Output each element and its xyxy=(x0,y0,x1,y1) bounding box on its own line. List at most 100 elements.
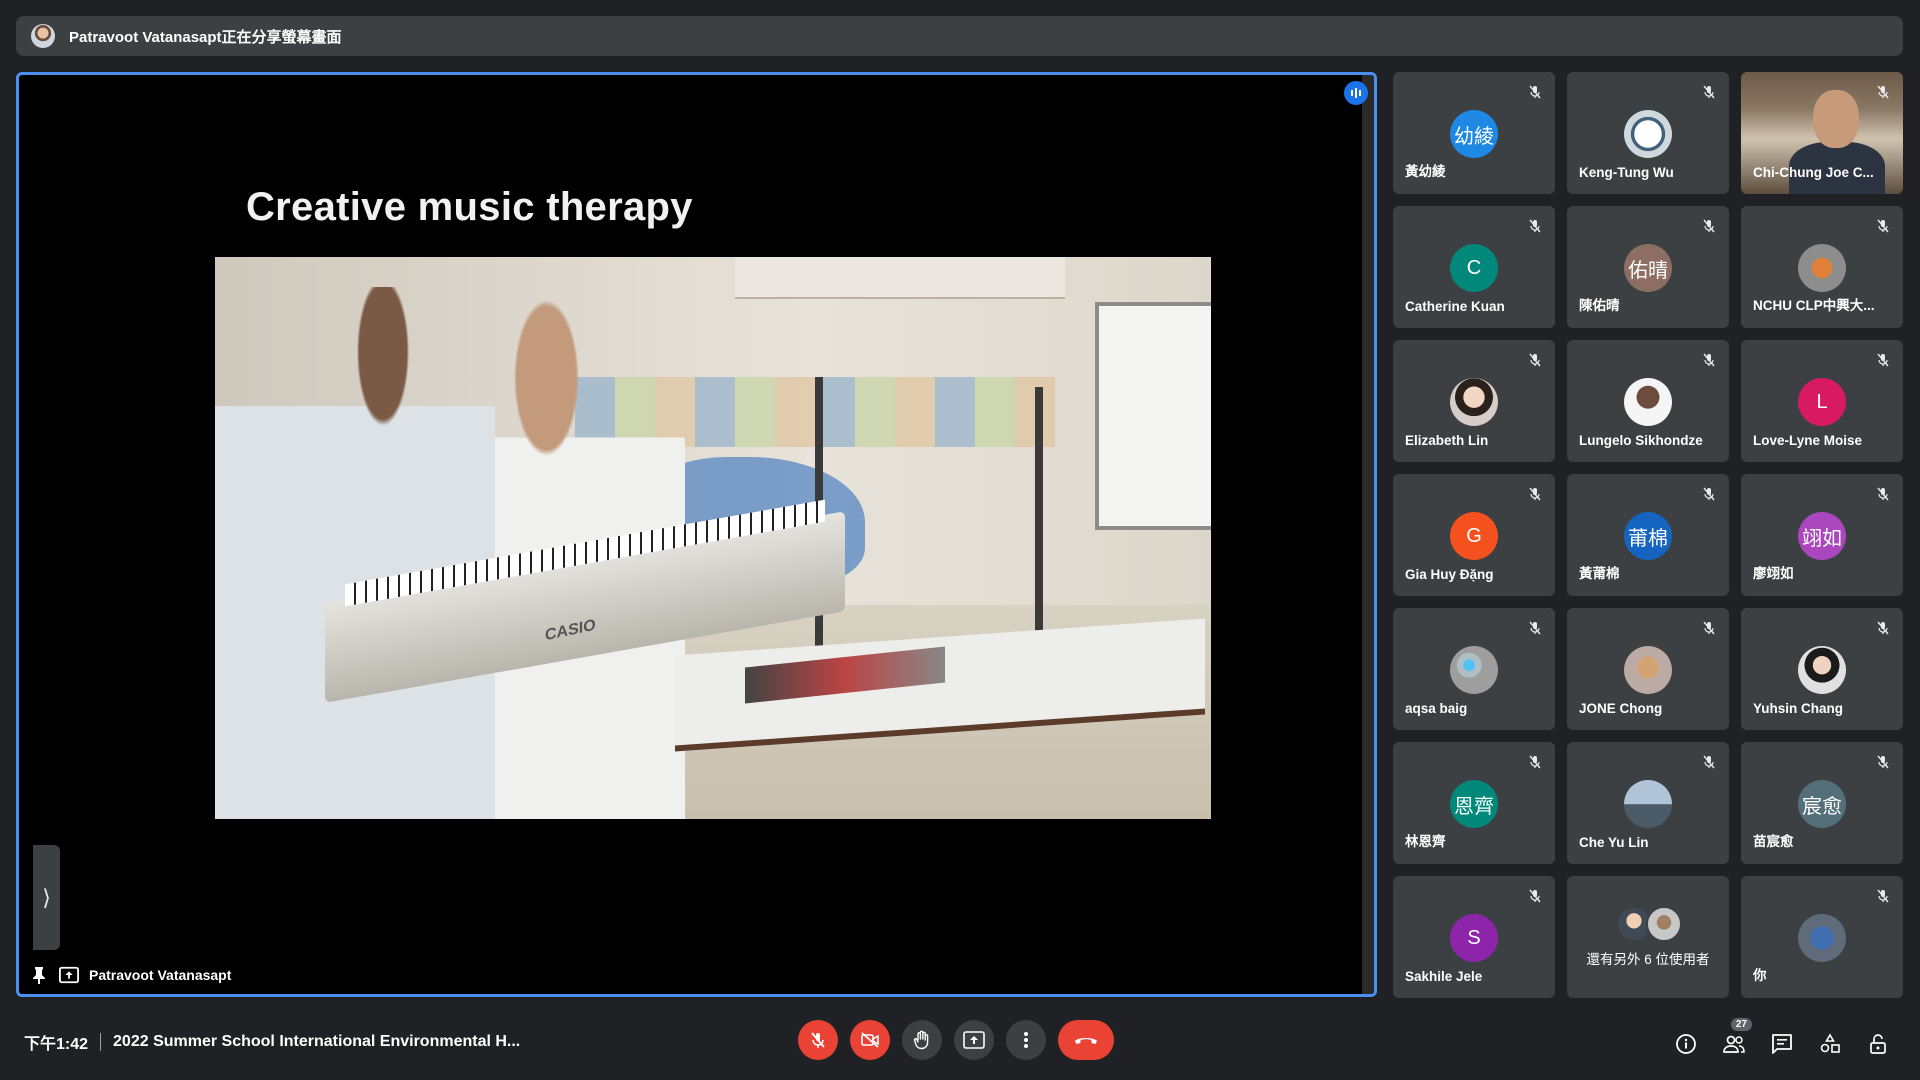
participant-name: 黃幼綾 xyxy=(1405,164,1446,179)
shared-screen: Creative music therapy CASIO xyxy=(33,75,1374,994)
presenter-name-row: Patravoot Vatanasapt xyxy=(29,965,231,985)
mic-off-icon xyxy=(1527,620,1543,636)
raise-hand-icon xyxy=(913,1030,929,1050)
info-icon xyxy=(1676,1034,1696,1054)
mic-off-icon xyxy=(1527,218,1543,234)
mic-off-icon xyxy=(811,1032,825,1048)
participant-name: Gia Huy Đặng xyxy=(1405,567,1494,582)
participant-tile[interactable]: Yuhsin Chang xyxy=(1741,608,1903,730)
end-call-icon xyxy=(1075,1038,1097,1044)
mic-off-icon xyxy=(1701,218,1717,234)
leave-call-button[interactable] xyxy=(1058,1020,1114,1060)
participant-tile[interactable]: Che Yu Lin xyxy=(1567,742,1729,864)
participant-avatar: G xyxy=(1450,512,1498,560)
pin-icon[interactable] xyxy=(29,965,49,985)
bottom-toolbar: 下午1:42 2022 Summer School International … xyxy=(0,1008,1920,1080)
participant-avatar: 宸愈 xyxy=(1798,780,1846,828)
participant-tile[interactable]: C Catherine Kuan xyxy=(1393,206,1555,328)
participant-tile[interactable]: 翊如 廖翊如 xyxy=(1741,474,1903,596)
mic-off-icon xyxy=(1527,754,1543,770)
mic-off-icon xyxy=(1701,84,1717,100)
participant-avatar: 幼綾 xyxy=(1450,110,1498,158)
participant-avatar xyxy=(1798,244,1846,292)
present-now-button[interactable] xyxy=(954,1020,994,1060)
participant-video xyxy=(1813,90,1859,148)
participant-name: Chi-Chung Joe C... xyxy=(1753,165,1874,180)
participant-tile[interactable]: L Love-Lyne Moise xyxy=(1741,340,1903,462)
more-options-button[interactable] xyxy=(1006,1020,1046,1060)
more-participants-tile[interactable]: 還有另外 6 位使用者 xyxy=(1567,876,1729,998)
self-name: 你 xyxy=(1753,968,1767,983)
participant-tile[interactable]: 莆棉 黃莆棉 xyxy=(1567,474,1729,596)
self-tile[interactable]: 你 xyxy=(1741,876,1903,998)
people-button[interactable]: 27 xyxy=(1720,1016,1754,1058)
participant-avatar xyxy=(1624,378,1672,426)
people-icon xyxy=(1723,1035,1745,1053)
participant-tile[interactable]: Keng-Tung Wu xyxy=(1567,72,1729,194)
screen-share-banner-text: Patravoot Vatanasapt正在分享螢幕畫面 xyxy=(69,28,342,46)
participant-tile[interactable]: Lungelo Sikhondze xyxy=(1567,340,1729,462)
speaking-indicator-icon xyxy=(1344,81,1368,105)
activities-button[interactable] xyxy=(1816,1030,1844,1058)
participant-name: aqsa baig xyxy=(1405,701,1468,716)
meeting-details-button[interactable] xyxy=(1672,1030,1700,1058)
mic-off-icon xyxy=(1527,84,1543,100)
participant-avatar: 恩齊 xyxy=(1450,780,1498,828)
mic-off-icon xyxy=(1527,352,1543,368)
slide-photo: CASIO xyxy=(215,257,1211,819)
participant-avatar: L xyxy=(1798,378,1846,426)
participant-name: Keng-Tung Wu xyxy=(1579,165,1674,180)
participant-avatar: S xyxy=(1450,914,1498,962)
participant-name: Che Yu Lin xyxy=(1579,835,1649,850)
participant-tile[interactable]: 宸愈 苗宸愈 xyxy=(1741,742,1903,864)
presenter-name-label: Patravoot Vatanasapt xyxy=(89,967,232,983)
raise-hand-button[interactable] xyxy=(902,1020,942,1060)
participant-name: NCHU CLP中興大... xyxy=(1753,298,1875,313)
participant-avatar: 翊如 xyxy=(1798,512,1846,560)
participant-tile[interactable]: JONE Chong xyxy=(1567,608,1729,730)
participant-name: Yuhsin Chang xyxy=(1753,701,1844,716)
chevron-right-icon: ⟩ xyxy=(42,884,51,910)
chat-button[interactable] xyxy=(1768,1030,1796,1058)
participant-avatar: 莆棉 xyxy=(1624,512,1672,560)
mic-off-icon xyxy=(1875,84,1891,100)
participant-tile[interactable]: 幼綾 黃幼綾 xyxy=(1393,72,1555,194)
mic-toggle-button[interactable] xyxy=(798,1020,838,1060)
participant-name: Lungelo Sikhondze xyxy=(1579,433,1703,448)
participant-name: Elizabeth Lin xyxy=(1405,433,1489,448)
participant-tile[interactable]: NCHU CLP中興大... xyxy=(1741,206,1903,328)
presenter-avatar xyxy=(31,24,55,48)
participant-tile[interactable]: G Gia Huy Đặng xyxy=(1393,474,1555,596)
participant-name: 廖翊如 xyxy=(1753,566,1794,581)
host-controls-button[interactable] xyxy=(1864,1030,1892,1058)
participant-count-badge: 27 xyxy=(1728,1016,1754,1033)
mic-off-icon xyxy=(1875,218,1891,234)
participant-tile[interactable]: 恩齊 林恩齊 xyxy=(1393,742,1555,864)
participant-tile[interactable]: Elizabeth Lin xyxy=(1393,340,1555,462)
participant-tile[interactable]: aqsa baig xyxy=(1393,608,1555,730)
participant-tile[interactable]: S Sakhile Jele xyxy=(1393,876,1555,998)
presenting-icon xyxy=(59,965,79,985)
mic-off-icon xyxy=(1701,620,1717,636)
participant-name: 林恩齊 xyxy=(1405,834,1446,849)
self-avatar xyxy=(1798,914,1846,962)
participant-tile[interactable]: 佑晴 陳佑晴 xyxy=(1567,206,1729,328)
camera-toggle-button[interactable] xyxy=(850,1020,890,1060)
participant-name: 陳佑晴 xyxy=(1579,298,1620,313)
mic-off-icon xyxy=(1527,486,1543,502)
more-participants-label: 還有另外 6 位使用者 xyxy=(1586,952,1710,967)
presentation-stage[interactable]: Creative music therapy CASIO ⟩ Patravoot… xyxy=(16,72,1377,997)
participant-name: 黃莆棉 xyxy=(1579,566,1620,581)
more-options-icon xyxy=(1024,1032,1028,1048)
camera-off-icon xyxy=(861,1032,879,1048)
stage-scrollbar xyxy=(1362,75,1374,994)
screen-share-banner: Patravoot Vatanasapt正在分享螢幕畫面 xyxy=(16,16,1903,56)
activities-icon xyxy=(1820,1033,1840,1053)
participant-video-tile[interactable]: Chi-Chung Joe C... xyxy=(1741,72,1903,194)
mic-off-icon xyxy=(1701,352,1717,368)
participant-name: Love-Lyne Moise xyxy=(1753,433,1863,448)
participant-avatar xyxy=(1624,646,1672,694)
mic-off-icon xyxy=(1701,754,1717,770)
participant-avatar xyxy=(1798,646,1846,694)
expand-panel-button[interactable]: ⟩ xyxy=(33,845,60,950)
